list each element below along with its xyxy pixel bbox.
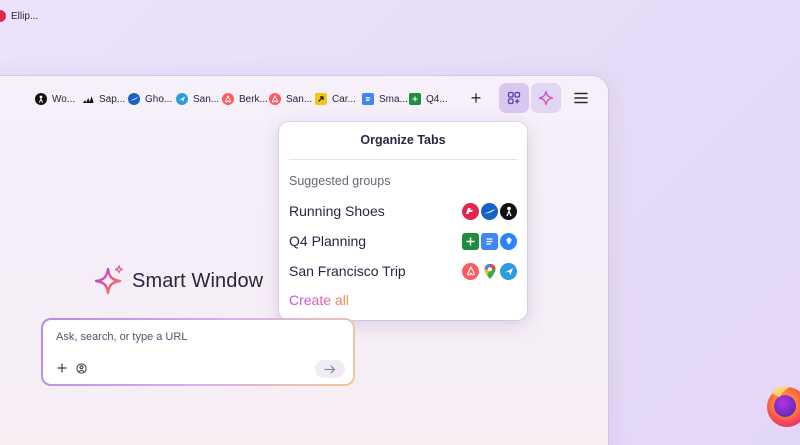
plus-icon: + xyxy=(470,88,482,108)
search-box: Ask, search, or type a URL xyxy=(41,318,355,386)
swoosh-icon xyxy=(481,202,498,220)
suggested-groups-heading: Suggested groups xyxy=(289,174,391,188)
group-favicons xyxy=(462,232,517,250)
adidas-icon xyxy=(82,93,94,105)
arrow-icon xyxy=(315,93,327,105)
sheet-icon xyxy=(462,232,479,250)
new-tab-button[interactable]: + xyxy=(461,83,491,113)
tab-3[interactable]: Sap... xyxy=(82,91,125,107)
group-favicons xyxy=(462,262,517,280)
brand-red-icon xyxy=(0,10,6,22)
group-name: Running Shoes xyxy=(289,203,385,219)
tab-4[interactable]: Gho... xyxy=(128,91,172,107)
brand-title: Smart Window xyxy=(132,269,264,292)
tab-label: Q4... xyxy=(426,93,448,105)
jira-icon xyxy=(500,232,517,250)
firefox-logo-icon xyxy=(767,386,800,427)
plane-icon xyxy=(176,93,188,105)
swoosh-icon xyxy=(128,93,140,105)
organize-tabs-button[interactable] xyxy=(499,83,529,113)
tab-label: Sap... xyxy=(99,93,126,105)
doc-icon xyxy=(481,232,498,250)
tab-label: Gho... xyxy=(145,93,173,105)
tab-2[interactable]: Wo... xyxy=(35,91,75,107)
tab-label: San... xyxy=(193,93,220,105)
search-box-inner: Ask, search, or type a URL xyxy=(43,320,353,384)
person-icon xyxy=(500,202,517,220)
tab-label: Ellip... xyxy=(11,10,39,22)
group-favicons xyxy=(462,202,517,220)
group-running-shoes[interactable]: Running Shoes xyxy=(289,200,517,222)
group-q4-planning[interactable]: Q4 Planning xyxy=(289,230,517,252)
divider xyxy=(289,159,517,160)
plane-icon xyxy=(500,262,517,280)
smart-assistant-button[interactable] xyxy=(531,83,561,113)
tab-groups-icon xyxy=(507,91,521,105)
sparkle-icon xyxy=(538,90,554,106)
panel-title: Organize Tabs xyxy=(360,133,446,147)
submit-button[interactable] xyxy=(315,360,345,378)
maps-icon xyxy=(481,263,498,280)
group-name: San Francisco Trip xyxy=(289,263,406,279)
tab-label: Car... xyxy=(332,93,356,105)
tab-1[interactable]: Ellip... xyxy=(0,8,38,24)
tab-5[interactable]: San... xyxy=(176,91,219,107)
tab-6[interactable]: Berk... xyxy=(222,91,268,107)
group-name: Q4 Planning xyxy=(289,233,367,249)
tab-7[interactable]: San... xyxy=(269,91,312,107)
airbnb-icon xyxy=(222,93,234,105)
airbnb-icon xyxy=(269,93,281,105)
doc-icon xyxy=(362,93,374,105)
tab-label: San... xyxy=(286,93,313,105)
tab-label: Wo... xyxy=(52,93,76,105)
smart-window-brand: Smart Window xyxy=(92,264,263,298)
person-icon xyxy=(35,93,47,105)
group-san-francisco-trip[interactable]: San Francisco Trip xyxy=(289,260,517,282)
add-icon[interactable] xyxy=(56,362,68,374)
create-all-link[interactable]: Create all xyxy=(289,292,349,308)
sheet-icon xyxy=(409,93,421,105)
hamburger-icon xyxy=(574,92,588,104)
sparkle-logo-icon xyxy=(94,265,124,295)
tab-label: Berk... xyxy=(239,93,268,105)
tab-label: Sma... xyxy=(379,93,408,105)
account-icon[interactable] xyxy=(75,362,87,374)
app-menu-button[interactable] xyxy=(566,83,596,113)
tab-8[interactable]: Car... xyxy=(315,91,356,107)
new-balance-icon xyxy=(462,202,479,220)
search-input[interactable]: Ask, search, or type a URL xyxy=(56,331,187,343)
tab-10[interactable]: Q4... xyxy=(409,91,448,107)
airbnb-icon xyxy=(462,262,479,280)
arrow-right-icon xyxy=(324,364,336,374)
organize-tabs-panel: Organize Tabs Suggested groups Running S… xyxy=(279,122,527,320)
tab-9[interactable]: Sma... xyxy=(362,91,408,107)
